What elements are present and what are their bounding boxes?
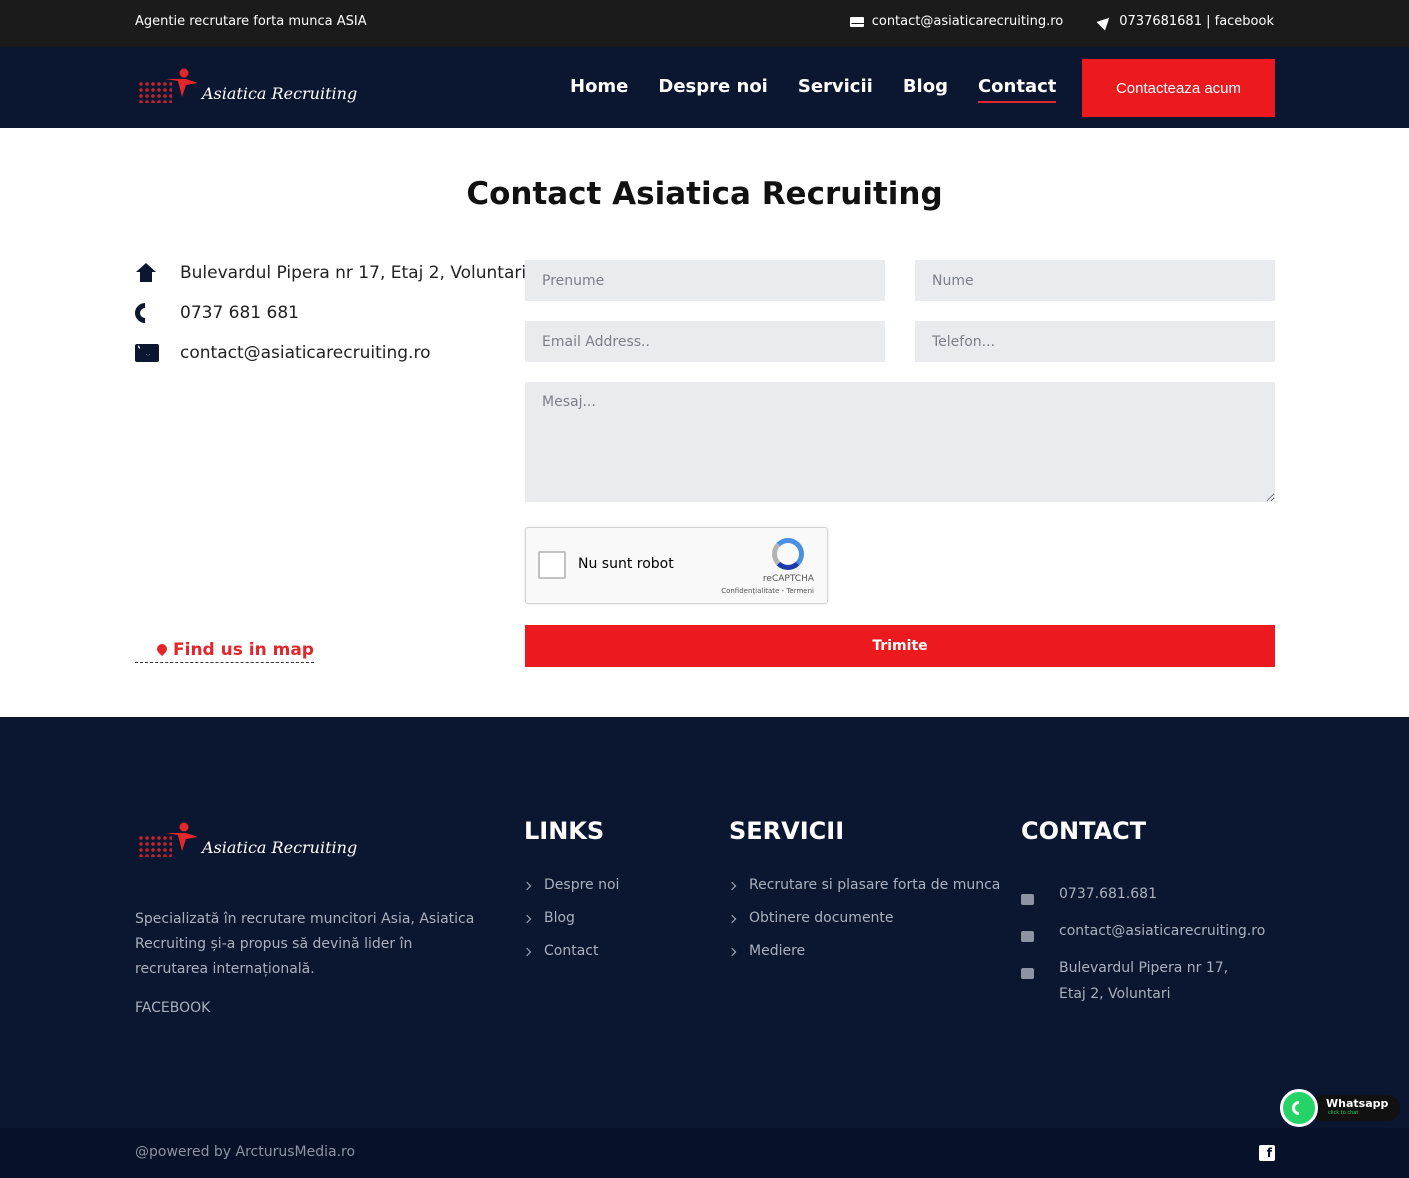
footer-services-list: Recrutare si plasare forta de munca Obti… bbox=[727, 877, 1000, 976]
message-textarea[interactable] bbox=[525, 382, 1275, 502]
contact-info: Bulevardul Pipera nr 17, Etaj 2, Volunta… bbox=[130, 260, 526, 380]
envelope-icon bbox=[135, 344, 159, 362]
footer-links-title: LINKS bbox=[524, 817, 605, 845]
nav-blog[interactable]: Blog bbox=[903, 76, 948, 103]
footer-contact-list: 0737.681.681 contact@asiaticarecruiting.… bbox=[1021, 881, 1265, 1017]
first-name-input[interactable] bbox=[525, 260, 885, 301]
envelope-icon bbox=[1021, 931, 1034, 942]
footer-link-about[interactable]: Despre noi bbox=[522, 877, 619, 910]
submit-button[interactable]: Trimite bbox=[525, 625, 1275, 667]
chevron-right-icon bbox=[727, 881, 737, 891]
chevron-right-icon bbox=[727, 947, 737, 957]
recaptcha-terms-link[interactable]: Confidențialitate - Termeni bbox=[721, 587, 814, 595]
bottom-bar: @powered by ArcturusMedia.ro bbox=[0, 1128, 1409, 1178]
chevron-right-icon bbox=[522, 881, 532, 891]
footer-link-blog[interactable]: Blog bbox=[522, 910, 619, 943]
nav-services[interactable]: Servicii bbox=[798, 76, 873, 103]
logo-mark bbox=[138, 819, 200, 861]
nav-contact[interactable]: Contact bbox=[977, 76, 1057, 103]
find-us-in-map-link[interactable]: Find us in map bbox=[135, 640, 314, 663]
footer-contact-phone[interactable]: 0737.681.681 bbox=[1021, 881, 1265, 914]
chevron-right-icon bbox=[522, 947, 532, 957]
footer-links-list: Despre noi Blog Contact bbox=[522, 877, 619, 976]
location-arrow-icon bbox=[1096, 13, 1114, 30]
email-input[interactable] bbox=[525, 321, 885, 362]
map-pin-icon bbox=[154, 641, 170, 657]
phone-icon bbox=[130, 298, 160, 328]
envelope-icon bbox=[849, 16, 864, 27]
site-logo[interactable]: Asiatica Recruiting bbox=[138, 65, 357, 107]
contact-now-button[interactable]: Contacteaza acum bbox=[1082, 59, 1275, 117]
last-name-input[interactable] bbox=[915, 260, 1275, 301]
nav-about[interactable]: Despre noi bbox=[658, 76, 767, 103]
nav-home[interactable]: Home bbox=[570, 76, 628, 103]
footer-service-recruitment[interactable]: Recrutare si plasare forta de munca bbox=[727, 877, 1000, 910]
home-icon bbox=[135, 263, 157, 283]
whatsapp-chat-button[interactable]: Whatsapp click to chat bbox=[1280, 1089, 1401, 1127]
facebook-icon[interactable]: f bbox=[1259, 1145, 1275, 1161]
footer-logo[interactable]: Asiatica Recruiting bbox=[138, 819, 357, 861]
footer-facebook-link[interactable]: FACEBOOK bbox=[135, 1000, 210, 1016]
top-bar: Agentie recrutare forta munca ASIA conta… bbox=[0, 0, 1409, 47]
contact-phone[interactable]: 0737 681 681 bbox=[130, 298, 526, 328]
footer-about: Specializată în recrutare muncitori Asia… bbox=[135, 911, 475, 977]
footer-contact-title: CONTACT bbox=[1021, 817, 1147, 845]
recaptcha-label: Nu sunt robot bbox=[578, 556, 674, 572]
footer-service-mediation[interactable]: Mediere bbox=[727, 943, 1000, 976]
logo-person-icon bbox=[166, 822, 198, 851]
phone-input[interactable] bbox=[915, 321, 1275, 362]
whatsapp-label: Whatsapp bbox=[1326, 1097, 1389, 1110]
whatsapp-icon bbox=[1280, 1089, 1318, 1127]
recaptcha-checkbox[interactable] bbox=[538, 551, 566, 579]
logo-mark bbox=[138, 65, 200, 107]
footer-service-documents[interactable]: Obtinere documente bbox=[727, 910, 1000, 943]
footer-contact-address: Bulevardul Pipera nr 17, Etaj 2, Volunta… bbox=[1021, 955, 1265, 1007]
footer: Asiatica Recruiting Specializată în recr… bbox=[0, 717, 1409, 1128]
recaptcha-icon bbox=[772, 538, 804, 570]
whatsapp-sublabel: click to chat bbox=[1328, 1110, 1359, 1116]
chevron-right-icon bbox=[522, 914, 532, 924]
footer-link-contact[interactable]: Contact bbox=[522, 943, 619, 976]
main-nav: Asiatica Recruiting Home Despre noi Serv… bbox=[0, 47, 1409, 128]
contact-email[interactable]: contact@asiaticarecruiting.ro bbox=[135, 340, 526, 366]
home-icon bbox=[1021, 968, 1034, 979]
footer-contact-email[interactable]: contact@asiaticarecruiting.ro bbox=[1021, 918, 1265, 951]
contact-address: Bulevardul Pipera nr 17, Etaj 2, Volunta… bbox=[135, 260, 526, 286]
footer-services-title: SERVICII bbox=[729, 817, 845, 845]
nav-menu: Home Despre noi Servicii Blog Contact bbox=[570, 76, 1057, 103]
logo-person-icon bbox=[166, 68, 198, 97]
top-bar-phone[interactable]: 0737681681 | facebook bbox=[1096, 13, 1274, 30]
recaptcha-widget: Nu sunt robot reCAPTCHA Confidențialitat… bbox=[525, 527, 828, 604]
recaptcha-brand: reCAPTCHA bbox=[762, 574, 814, 584]
phone-icon bbox=[1021, 894, 1034, 905]
powered-by[interactable]: @powered by ArcturusMedia.ro bbox=[135, 1144, 355, 1160]
top-bar-tagline: Agentie recrutare forta munca ASIA bbox=[135, 14, 367, 29]
chevron-right-icon bbox=[727, 914, 737, 924]
page-title: Contact Asiatica Recruiting bbox=[466, 176, 943, 212]
top-bar-email[interactable]: contact@asiaticarecruiting.ro bbox=[849, 14, 1063, 29]
